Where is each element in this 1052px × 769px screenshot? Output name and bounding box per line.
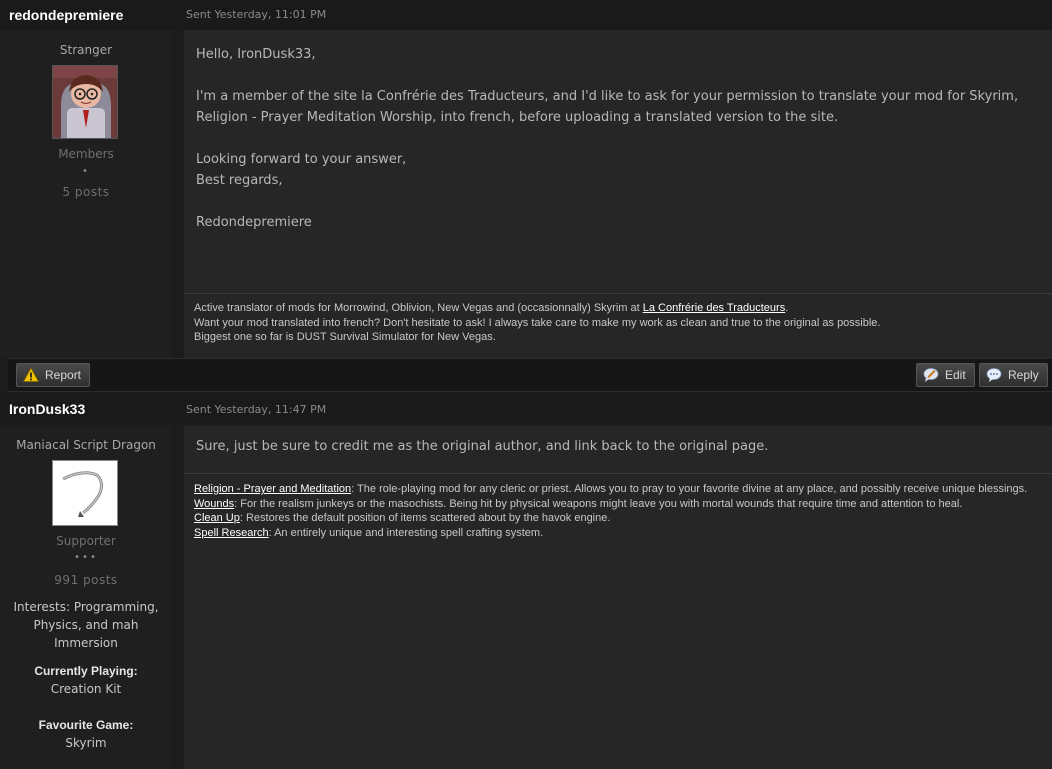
favourite-game: Favourite Game: Skyrim (38, 718, 134, 750)
signature-link[interactable]: Religion - Prayer and Meditation (194, 483, 351, 495)
message-line: Best regards, (196, 173, 283, 188)
post-2: IronDusk33 Sent Yesterday, 11:47 PM Mani… (0, 392, 1052, 769)
signature-line: Clean Up: Restores the default position … (194, 511, 1042, 526)
signature-link[interactable]: Clean Up (194, 512, 240, 524)
post-count: 5 posts (62, 185, 110, 199)
edit-label: Edit (945, 368, 966, 382)
rank-pips: • (82, 166, 90, 177)
post-count: 991 posts (54, 573, 118, 587)
member-group: Supporter (56, 534, 116, 548)
author-sidebar: Stranger Members • 5 posts (0, 30, 172, 358)
signature-line: Wounds: For the realism junkeys or the m… (194, 497, 1042, 512)
signature-text: . (785, 302, 789, 314)
post-body: Hello, IronDusk33, I'm a member of the s… (184, 30, 1052, 358)
post-header: redondepremiere Sent Yesterday, 11:01 PM (0, 0, 1052, 30)
signature-link[interactable]: Spell Research (194, 527, 269, 539)
signature: Active translator of mods for Morrowind,… (184, 293, 1052, 345)
author-sidebar: Maniacal Script Dragon Supporter ••• 991… (0, 426, 172, 769)
message: Sure, just be sure to credit me as the o… (196, 436, 768, 457)
avatar[interactable] (52, 460, 118, 526)
member-group: Members (58, 147, 114, 161)
message: Hello, IronDusk33, I'm a member of the s… (196, 44, 1018, 233)
avatar-image (53, 461, 117, 525)
signature-line: Biggest one so far is DUST Survival Simu… (194, 331, 496, 343)
avatar[interactable] (52, 65, 118, 139)
signature-text: : For the realism junkeys or the masochi… (234, 497, 963, 510)
report-label: Report (45, 368, 82, 382)
signature-text: Active translator of mods for Morrowind,… (194, 302, 643, 314)
signature-line: Spell Research: An entirely unique and i… (194, 526, 1042, 541)
edit-bubble-icon (923, 368, 939, 382)
user-title: Stranger (59, 43, 113, 57)
message-line: Religion - Prayer Meditation Worship, in… (196, 110, 839, 125)
reply-button[interactable]: Reply (979, 363, 1048, 387)
edit-button[interactable]: Edit (916, 363, 975, 387)
author-name[interactable]: IronDusk33 (9, 401, 85, 417)
author-name[interactable]: redondepremiere (9, 7, 123, 23)
currently-playing: Currently Playing: Creation Kit (34, 664, 138, 696)
message-line: Hello, IronDusk33, (196, 47, 316, 62)
message-line: Sure, just be sure to credit me as the o… (196, 439, 769, 454)
signature-text: : Restores the default position of items… (239, 512, 611, 524)
report-button[interactable]: Report (16, 363, 91, 387)
signature-line: Religion - Prayer and Meditation: The ro… (194, 482, 1042, 497)
signature: Religion - Prayer and Meditation: The ro… (184, 473, 1052, 540)
signature-text: : An entirely unique and interesting spe… (268, 526, 544, 539)
currently-playing-label: Currently Playing (34, 664, 134, 678)
message-line: Redondepremiere (196, 215, 312, 230)
message-line: I'm a member of the site la Confrérie de… (196, 89, 1019, 104)
post-body: Sure, just be sure to credit me as the o… (184, 426, 1052, 769)
signature-link[interactable]: Wounds (194, 498, 234, 510)
favourite-game-value: Skyrim (65, 736, 107, 750)
post-date: Sent Yesterday, 11:01 PM (186, 8, 327, 21)
rank-pips: ••• (74, 552, 98, 563)
post-date: Sent Yesterday, 11:47 PM (186, 403, 327, 416)
signature-line: Active translator of mods for Morrowind,… (194, 301, 1042, 316)
post-1: redondepremiere Sent Yesterday, 11:01 PM… (0, 0, 1052, 358)
user-interests: Interests: Programming, Physics, and mah… (13, 600, 159, 650)
favourite-game-label: Favourite Game (38, 718, 130, 732)
signature-text: : The role-playing mod for any cleric or… (351, 483, 1028, 495)
signature-link[interactable]: La Confrérie des Traducteurs (643, 302, 785, 314)
reply-label: Reply (1008, 368, 1039, 382)
reply-bubble-icon (986, 368, 1002, 382)
user-title: Maniacal Script Dragon (16, 438, 156, 452)
post-header: IronDusk33 Sent Yesterday, 11:47 PM (0, 392, 1052, 422)
message-line: Looking forward to your answer, (196, 152, 407, 167)
avatar-image (53, 66, 117, 138)
post-action-bar: Report Edit Reply (8, 358, 1052, 392)
warning-icon (23, 367, 39, 382)
signature-line: Want your mod translated into french? Do… (194, 316, 881, 329)
currently-playing-value: Creation Kit (50, 682, 122, 696)
